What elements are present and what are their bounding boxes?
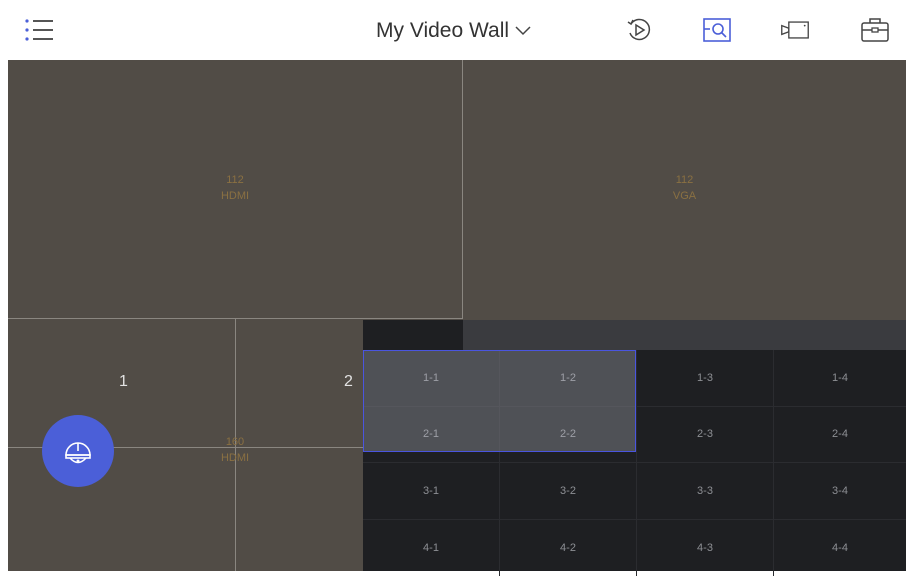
screen-vga-112[interactable]: 112 VGA xyxy=(463,60,906,318)
split-cell-4-2[interactable]: 4-2 xyxy=(500,520,637,576)
screen-source: HDMI xyxy=(8,188,462,204)
split-cell-2-4[interactable]: 2-4 xyxy=(774,407,906,464)
screen-source: HDMI xyxy=(190,450,280,466)
split-cell-3-2[interactable]: 3-2 xyxy=(500,463,637,520)
split-cell-2-3[interactable]: 2-3 xyxy=(637,407,774,464)
toolbox-icon[interactable] xyxy=(860,15,890,45)
top-bar: My Video Wall xyxy=(0,0,906,60)
split-cell-3-1[interactable]: 3-1 xyxy=(363,463,500,520)
screen-id: 160 xyxy=(190,434,280,450)
wall-selector[interactable]: My Video Wall xyxy=(376,18,531,44)
ptz-control-button[interactable] xyxy=(42,415,114,487)
window-number-2: 2 xyxy=(344,373,353,391)
split-cell-1-4[interactable]: 1-4 xyxy=(774,350,906,407)
split-cell-3-3[interactable]: 3-3 xyxy=(637,463,774,520)
split-cell-4-4[interactable]: 4-4 xyxy=(774,520,906,576)
split-selection[interactable] xyxy=(363,350,636,452)
split-cell-4-3[interactable]: 4-3 xyxy=(637,520,774,576)
search-window-icon[interactable] xyxy=(702,15,732,45)
camera-icon[interactable] xyxy=(780,15,810,45)
screen-id: 112 xyxy=(8,172,462,188)
window-number-1: 1 xyxy=(119,373,128,391)
playback-icon[interactable] xyxy=(624,15,654,45)
divider xyxy=(462,60,463,318)
menu-icon[interactable] xyxy=(24,15,54,45)
split-picker-header xyxy=(463,320,906,350)
screen-hdmi-160[interactable]: 160 HDMI xyxy=(190,434,280,466)
screen-source: VGA xyxy=(463,188,906,204)
chevron-down-icon xyxy=(515,26,531,36)
screen-id: 112 xyxy=(463,172,906,188)
page-title: My Video Wall xyxy=(376,19,509,43)
split-cell-3-4[interactable]: 3-4 xyxy=(774,463,906,520)
split-cell-4-1[interactable]: 4-1 xyxy=(363,520,500,576)
split-cell-1-3[interactable]: 1-3 xyxy=(637,350,774,407)
dome-camera-icon xyxy=(58,431,98,471)
screen-hdmi-112[interactable]: 112 HDMI xyxy=(8,60,462,318)
